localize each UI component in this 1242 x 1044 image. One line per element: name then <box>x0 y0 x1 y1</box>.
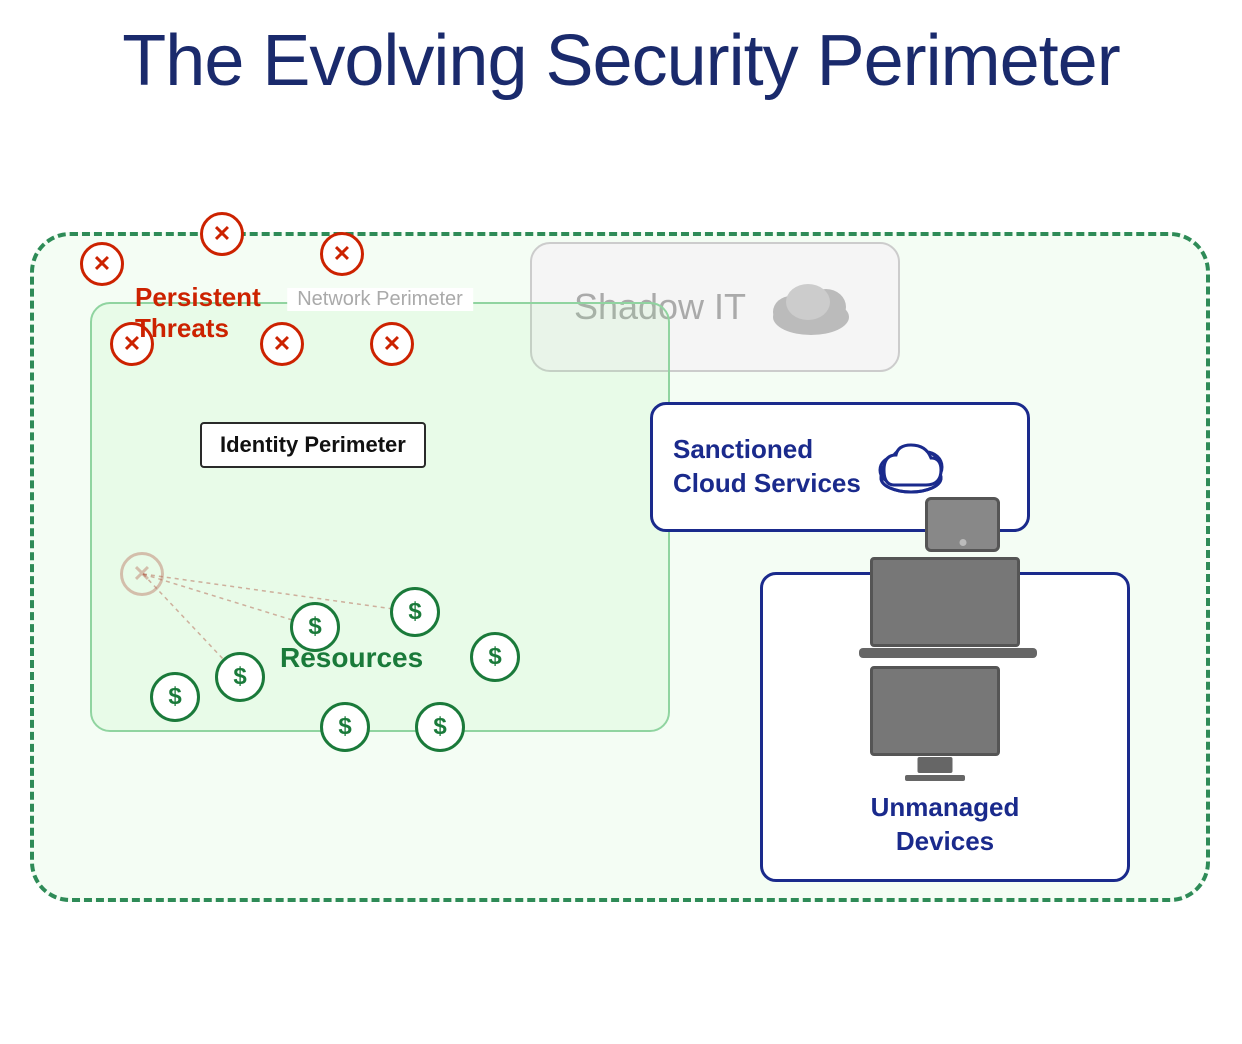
faded-threat-x: ✕ <box>120 552 164 596</box>
page-wrapper: The Evolving Security Perimeter Shadow I… <box>0 0 1242 932</box>
sanctioned-label: SanctionedCloud Services <box>673 433 861 501</box>
unmanaged-devices-label: UnmanagedDevices <box>871 791 1020 859</box>
threat-x5: ✕ <box>260 322 304 366</box>
threat-x1: ✕ <box>80 242 124 286</box>
page-title: The Evolving Security Perimeter <box>0 0 1242 112</box>
resource-dollar-6: $ <box>415 702 465 752</box>
network-perimeter-label: Network Perimeter <box>287 288 473 311</box>
resource-dollar-3: $ <box>390 587 440 637</box>
device-laptop <box>870 557 1020 647</box>
identity-perimeter-label: Identity Perimeter <box>220 432 406 457</box>
resource-dollar-5: $ <box>320 702 370 752</box>
device-monitor <box>870 666 1000 756</box>
resource-dollar-4: $ <box>470 632 520 682</box>
persistent-threats-label: PersistentThreats <box>135 282 261 344</box>
diagram-area: Shadow IT Network Perimeter Identity Per… <box>0 112 1242 932</box>
device-tablet <box>925 497 1000 552</box>
threat-x2: ✕ <box>200 212 244 256</box>
identity-perimeter-box: Identity Perimeter <box>200 422 426 468</box>
threat-x6: ✕ <box>370 322 414 366</box>
cloud-blue-icon <box>876 440 946 495</box>
threat-x3: ✕ <box>320 232 364 276</box>
devices-illustration <box>870 497 1020 776</box>
resource-dollar-7: $ <box>150 672 200 722</box>
unmanaged-devices-box: UnmanagedDevices <box>760 572 1130 882</box>
resource-dollar-1: $ <box>215 652 265 702</box>
cloud-gray-icon <box>766 277 856 337</box>
resources-label: Resources <box>280 642 423 674</box>
